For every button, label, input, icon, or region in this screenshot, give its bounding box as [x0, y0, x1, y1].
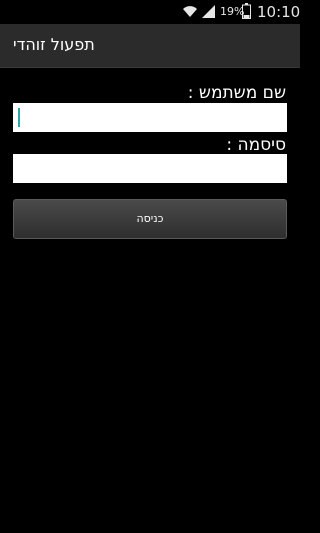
signal-icon: [202, 5, 215, 18]
battery-icon: [242, 3, 251, 19]
password-label: סיסמה :: [226, 135, 286, 155]
status-time: 10:10: [257, 3, 301, 21]
password-input[interactable]: [13, 154, 287, 183]
status-bar: 19% 10:10: [0, 0, 300, 24]
login-button[interactable]: כניסה: [13, 199, 287, 239]
username-label: שם משתמש :: [187, 83, 286, 103]
text-cursor: [18, 108, 20, 127]
action-bar: תפעול זוהדי: [0, 24, 300, 68]
wifi-icon: [183, 6, 197, 17]
username-input[interactable]: [13, 103, 287, 132]
battery-percent: 19%: [220, 5, 245, 18]
app-title: תפעול זוהדי: [13, 35, 95, 54]
